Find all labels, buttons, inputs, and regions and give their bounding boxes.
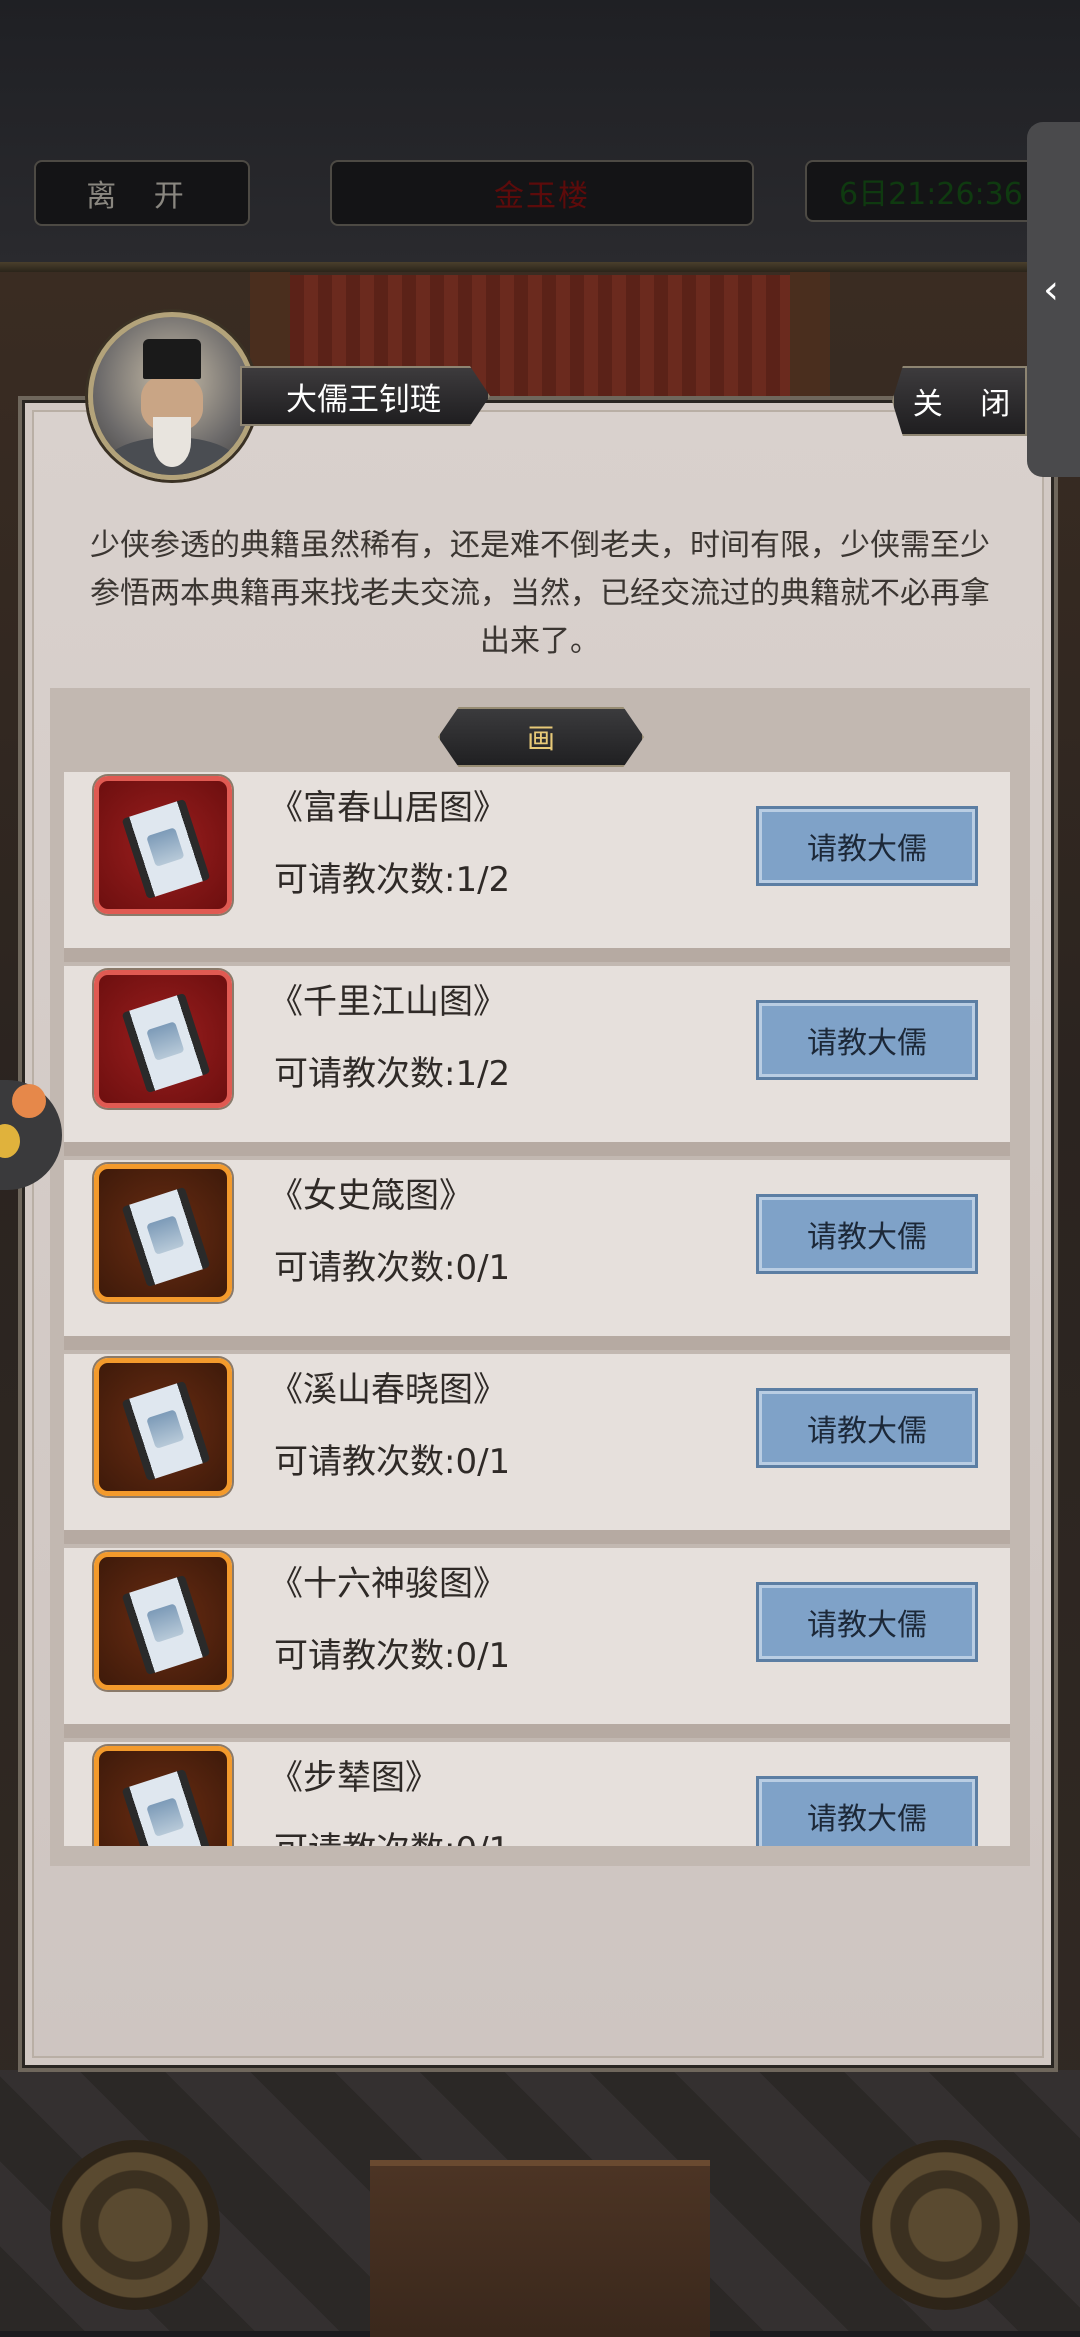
consult-count: 可请教次数:0/1 (274, 1822, 510, 1846)
consult-count: 可请教次数:0/1 (274, 1442, 511, 1482)
ask-scholar-button[interactable]: 请教大儒 (756, 1388, 978, 1468)
altar (370, 2160, 710, 2337)
painting-scroll-icon (94, 1164, 232, 1302)
painting-scroll-icon (94, 1358, 232, 1496)
consult-count: 可请教次数:1/2 (274, 860, 511, 900)
ask-scholar-button[interactable]: 请教大儒 (756, 1194, 978, 1274)
assistant-dot-icon (12, 1084, 46, 1118)
book-title: 《千里江山图》 (269, 982, 507, 1022)
category-tag: 画 (438, 707, 644, 767)
list-item: 《千里江山图》 可请教次数:1/2 请教大儒 (64, 966, 1010, 1156)
avatar-hat (143, 339, 201, 379)
book-title: 《十六神骏图》 (269, 1564, 507, 1604)
book-title: 《步辇图》 (269, 1758, 439, 1798)
chevron-left-icon[interactable]: ‹ (1036, 270, 1066, 310)
avatar-beard (153, 417, 191, 467)
ask-scholar-button[interactable]: 请教大儒 (756, 1582, 978, 1662)
leave-button[interactable]: 离 开 (34, 160, 250, 226)
ask-scholar-button[interactable]: 请教大儒 (756, 806, 978, 886)
top-bar (0, 0, 1080, 270)
painting-scroll-icon (94, 970, 232, 1108)
dialog-message: 少侠参透的典籍虽然稀有，还是难不倒老夫，时间有限，少侠需至少参悟两本典籍再来找老… (90, 528, 990, 659)
location-label: 金玉楼 (330, 160, 754, 226)
list-item: 《女史箴图》 可请教次数:0/1 请教大儒 (64, 1160, 1010, 1350)
list-item: 《步辇图》 可请教次数:0/1 请教大儒 (64, 1742, 1010, 1846)
ask-scholar-button[interactable]: 请教大儒 (756, 1776, 978, 1846)
game-time: 6日21:26:36 (805, 160, 1035, 222)
list-item: 《富春山居图》 可请教次数:1/2 请教大儒 (64, 772, 1010, 962)
ornament-wheel-left (50, 2140, 220, 2310)
ask-scholar-button[interactable]: 请教大儒 (756, 1000, 978, 1080)
top-bar-border (0, 262, 1080, 272)
list-item: 《十六神骏图》 可请教次数:0/1 请教大儒 (64, 1548, 1010, 1738)
npc-name-plate: 大儒王钊琏 (240, 366, 490, 426)
assistant-dot-icon (0, 1124, 20, 1158)
consult-count: 可请教次数:0/1 (274, 1636, 511, 1676)
book-title: 《女史箴图》 (269, 1176, 473, 1216)
close-button[interactable]: 关 闭 (892, 366, 1027, 436)
consult-count: 可请教次数:0/1 (274, 1248, 511, 1288)
ornament-wheel-right (860, 2140, 1030, 2310)
painting-scroll-icon (94, 1552, 232, 1690)
consult-count: 可请教次数:1/2 (274, 1054, 511, 1094)
npc-avatar (88, 312, 256, 480)
painting-scroll-icon (94, 776, 232, 914)
list-item: 《溪山春晓图》 可请教次数:0/1 请教大儒 (64, 1354, 1010, 1544)
painting-scroll-icon (94, 1746, 232, 1846)
book-list[interactable]: 《富春山居图》 可请教次数:1/2 请教大儒 《千里江山图》 可请教次数:1/2… (64, 772, 1010, 1846)
book-title: 《溪山春晓图》 (269, 1370, 507, 1410)
pillar-right (790, 270, 830, 400)
book-title: 《富春山居图》 (269, 788, 507, 828)
